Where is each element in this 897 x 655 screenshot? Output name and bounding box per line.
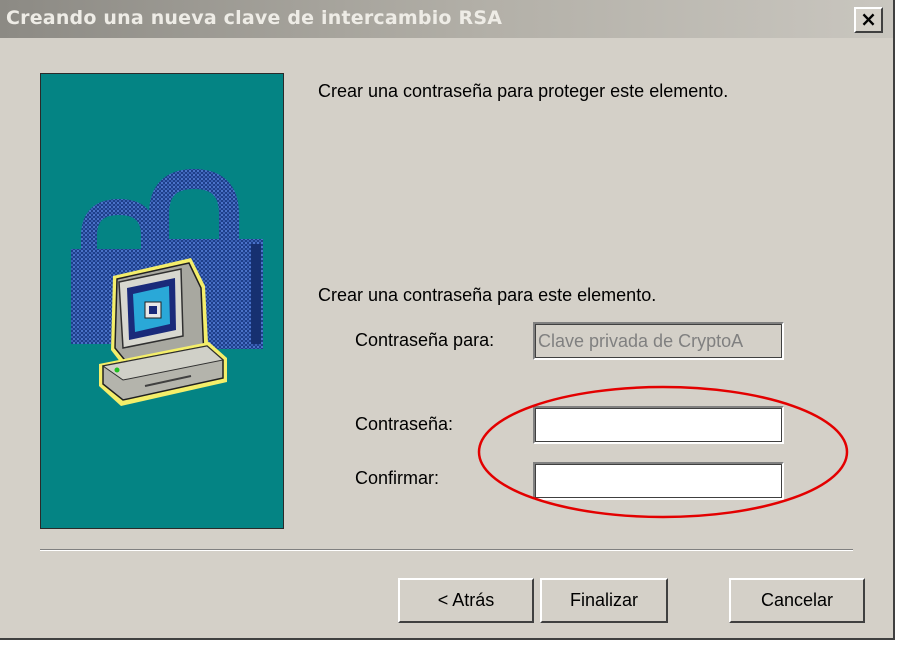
password-label: Contraseña: [355, 414, 454, 434]
confirm-label: Confirmar: [355, 468, 440, 488]
password-for-field [533, 322, 784, 360]
finish-button[interactable]: Finalizar [540, 578, 668, 623]
finish-button-label: Finalizar [569, 590, 639, 610]
back-button[interactable]: < Atrás [398, 578, 534, 623]
computer-with-padlocks-icon [71, 168, 263, 406]
close-button[interactable]: × [854, 7, 883, 33]
section-text: Crear una contraseña para este elemento. [318, 285, 657, 305]
wizard-illustration-panel [40, 73, 284, 529]
password-for-label: Contraseña para: [355, 330, 495, 350]
intro-text: Crear una contraseña para proteger este … [318, 81, 729, 101]
confirm-password-field[interactable] [533, 462, 784, 500]
divider [40, 549, 853, 551]
back-button-label: < Atrás [437, 590, 495, 610]
title-bar[interactable]: Creando una nueva clave de intercambio R… [0, 0, 893, 38]
password-field[interactable] [533, 406, 784, 444]
close-icon: × [860, 7, 877, 31]
dialog-window: Creando una nueva clave de intercambio R… [0, 0, 895, 640]
cancel-button-label: Cancelar [760, 590, 834, 610]
window-title: Creando una nueva clave de intercambio R… [6, 7, 503, 29]
cancel-button[interactable]: Cancelar [729, 578, 865, 623]
